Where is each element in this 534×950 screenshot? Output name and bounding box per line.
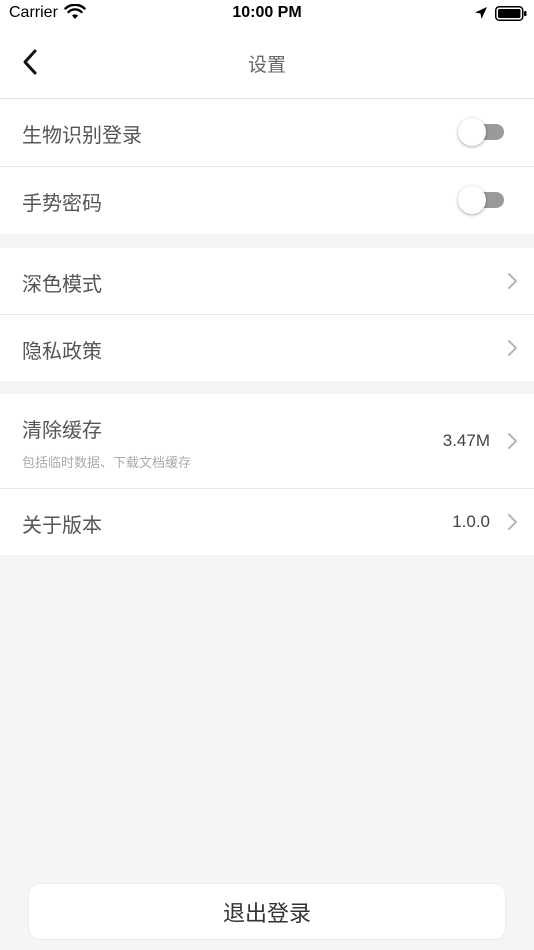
clock: 10:00 PM [232, 4, 302, 21]
chevron-right-icon [508, 433, 517, 449]
row-about-version[interactable]: 关于版本 1.0.0 [0, 488, 534, 555]
row-clear-cache[interactable]: 清除缓存 包括临时数据、下载文档缓存 3.47M [0, 394, 534, 488]
toggle-knob [458, 186, 486, 214]
logout-button[interactable]: 退出登录 [28, 883, 506, 940]
row-sublabel: 包括临时数据、下载文档缓存 [22, 456, 192, 471]
gesture-password-toggle[interactable] [458, 186, 504, 214]
row-privacy-policy[interactable]: 隐私政策 [0, 314, 534, 381]
row-biometric-login[interactable]: 生物识别登录 [0, 99, 534, 166]
storage-group: 清除缓存 包括临时数据、下载文档缓存 3.47M 关于版本 1.0.0 [0, 394, 534, 555]
row-gesture-password[interactable]: 手势密码 [0, 166, 534, 234]
chevron-right-icon [508, 514, 517, 530]
row-label: 深色模式 [22, 272, 102, 296]
status-bar: Carrier 10:00 PM [0, 0, 534, 28]
row-dark-mode[interactable]: 深色模式 [0, 248, 534, 314]
security-group: 生物识别登录 手势密码 [0, 99, 534, 234]
location-icon [475, 7, 487, 19]
toggle-knob [458, 118, 486, 146]
battery-icon [495, 6, 527, 21]
row-label: 清除缓存 [22, 418, 102, 442]
row-label: 关于版本 [22, 513, 102, 537]
biometric-login-toggle[interactable] [458, 118, 504, 146]
cache-size-value: 3.47M [442, 431, 490, 450]
row-label: 手势密码 [22, 191, 102, 215]
nav-bar: 设置 [0, 28, 534, 99]
row-label: 隐私政策 [22, 339, 102, 363]
version-value: 1.0.0 [452, 512, 490, 531]
chevron-right-icon [508, 340, 517, 356]
display-group: 深色模式 隐私政策 [0, 248, 534, 381]
page-title: 设置 [247, 54, 286, 76]
chevron-right-icon [508, 273, 517, 289]
row-label: 生物识别登录 [22, 123, 142, 147]
